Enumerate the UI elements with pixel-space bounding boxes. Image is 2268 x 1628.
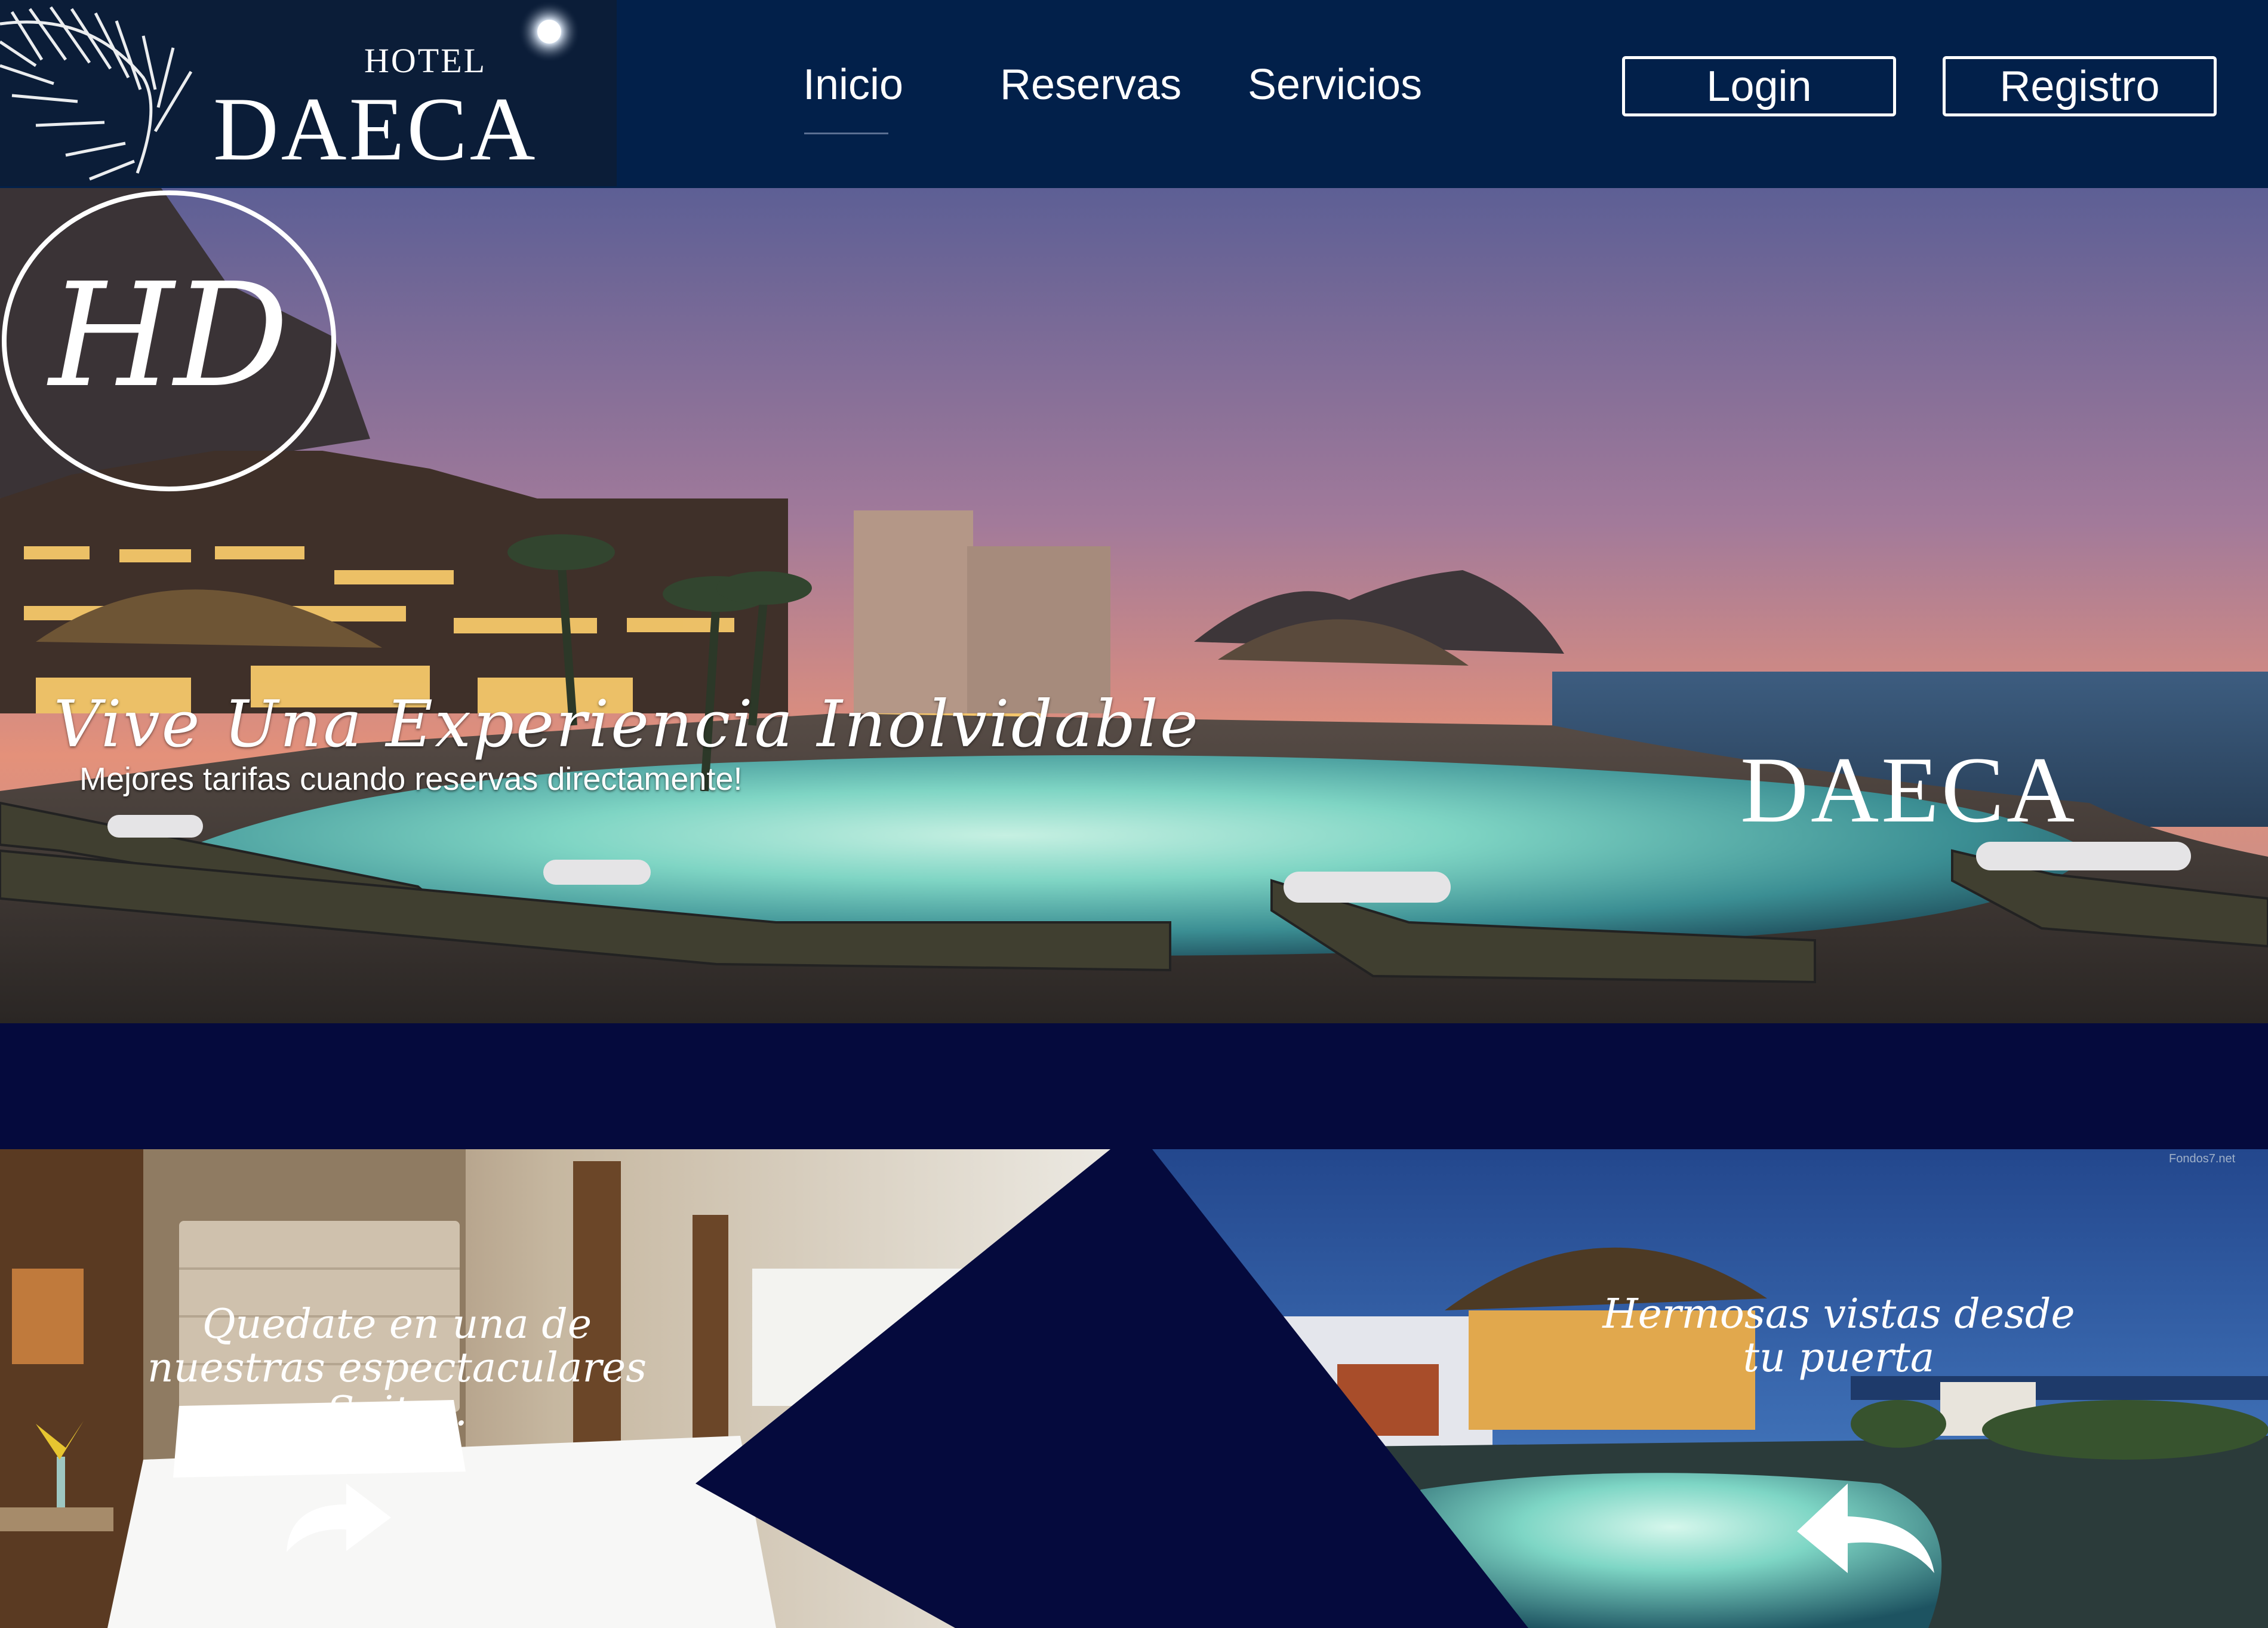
views-caption: Hermosas vistas desde tu puerta xyxy=(1602,1291,2075,1381)
section-divider-band xyxy=(0,1023,2268,1149)
register-button[interactable]: Registro xyxy=(1943,56,2217,116)
logo-name-text: DAECA xyxy=(213,79,538,179)
top-navbar: HOTEL DAECA Inicio Reservas Servicios Lo… xyxy=(0,0,2268,188)
nav-inicio[interactable]: Inicio xyxy=(803,63,903,106)
hd-monogram-text: HD xyxy=(47,252,289,419)
curved-arrow-left-icon[interactable] xyxy=(1791,1475,1940,1576)
active-nav-indicator xyxy=(804,133,888,134)
hd-monogram-emblem: HD xyxy=(2,190,336,491)
suites-caption: Quedate en una de nuestras espectaculare… xyxy=(147,1301,647,1435)
nav-servicios[interactable]: Servicios xyxy=(1248,63,1422,106)
hero-banner: Vive Una Experiencia Inolvidable Mejores… xyxy=(0,188,2268,1023)
sparkle-star-icon xyxy=(518,2,580,63)
hotel-logo[interactable]: HOTEL DAECA xyxy=(0,0,617,186)
photo-watermark: Fondos7.net xyxy=(2169,1152,2236,1165)
nav-reservas[interactable]: Reservas xyxy=(1000,63,1181,106)
logo-hotel-text: HOTEL xyxy=(364,41,487,80)
hero-title: Vive Una Experiencia Inolvidable xyxy=(54,687,1200,762)
curved-arrow-right-icon[interactable] xyxy=(281,1481,394,1555)
hero-subtitle: Mejores tarifas cuando reservas directam… xyxy=(79,761,743,797)
login-button[interactable]: Login xyxy=(1622,56,1896,116)
resort-pool-photo xyxy=(0,188,2268,1023)
emblem-name-text: DAECA xyxy=(1740,738,2078,842)
